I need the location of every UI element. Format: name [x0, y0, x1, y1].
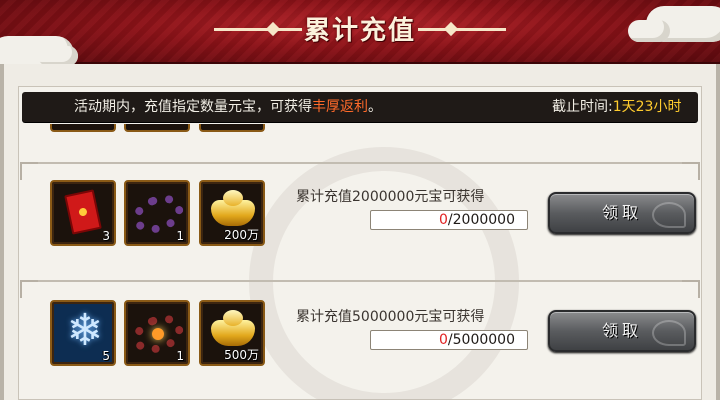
gold-ingot-icon: [211, 190, 255, 226]
progress-target: /2000000: [447, 212, 515, 228]
title-ornament: [418, 28, 506, 31]
reward-count: 1: [176, 349, 184, 363]
event-notice-bar: 活动期内，充值指定数量元宝，可获得丰厚返利。 截止时间:1天23小时: [22, 92, 698, 122]
reward-count: 5: [102, 349, 110, 363]
red-packet-icon: [64, 189, 102, 235]
deadline: 截止时间:1天23小时: [552, 92, 681, 122]
reward-slot-bracelet[interactable]: 1: [124, 180, 190, 246]
reward-slot: [50, 124, 116, 132]
corner-ornament: [20, 162, 38, 180]
notice-suffix: 。: [368, 99, 382, 115]
reward-count: 1: [176, 229, 184, 243]
tier-requirement: 累计充值2000000元宝可获得: [296, 189, 485, 205]
progress-current: 0: [439, 332, 448, 348]
reward-slot-gold[interactable]: 500万: [199, 300, 265, 366]
reward-slot-snowflake[interactable]: ❄ 5: [50, 300, 116, 366]
recharge-progress: 0/5000000: [370, 330, 528, 350]
event-description: 活动期内，充值指定数量元宝，可获得丰厚返利。: [74, 92, 382, 122]
title-ornament: [265, 21, 281, 37]
reward-count: 200万: [224, 228, 259, 242]
reward-count: 3: [102, 229, 110, 243]
corner-ornament: [20, 280, 38, 298]
notice-highlight: 丰厚返利: [312, 99, 368, 115]
reward-count: 500万: [224, 348, 259, 362]
deadline-value: 1天23小时: [612, 99, 682, 115]
reward-slot-gold[interactable]: 200万: [199, 180, 265, 246]
progress-current: 0: [439, 212, 448, 228]
title-ornament: [214, 28, 302, 31]
corner-ornament: [682, 280, 700, 298]
reward-slot-bracelet[interactable]: 1: [124, 300, 190, 366]
recharge-progress: 0/2000000: [370, 210, 528, 230]
reward-slot: [199, 124, 265, 132]
reward-slot-red-packet[interactable]: 3: [50, 180, 116, 246]
gem-icon: [152, 328, 164, 340]
progress-target: /5000000: [447, 332, 515, 348]
cloud-decoration: [38, 46, 78, 66]
page-title: 累计充值: [303, 16, 416, 46]
corner-ornament: [682, 162, 700, 180]
claim-button[interactable]: 领取: [548, 310, 696, 352]
header-banner: 累计充值: [0, 0, 720, 64]
gold-ingot-icon: [211, 310, 255, 346]
tier-requirement: 累计充值5000000元宝可获得: [296, 309, 485, 325]
notice-text: 活动期内，充值指定数量元宝，可获得: [74, 99, 312, 115]
reward-slot: [124, 124, 190, 132]
deadline-label: 截止时间:: [552, 99, 613, 115]
cloud-decoration: [628, 20, 670, 42]
claim-button[interactable]: 领取: [548, 192, 696, 234]
